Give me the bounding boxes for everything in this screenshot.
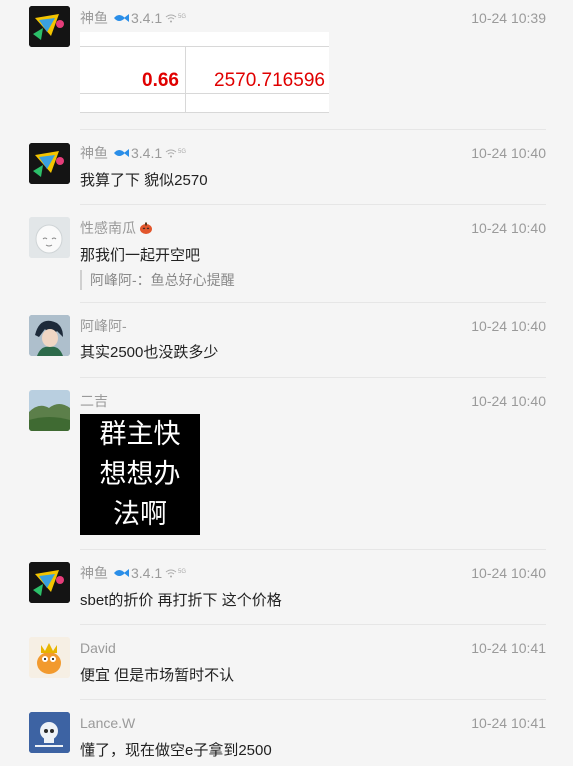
divider <box>80 204 546 205</box>
avatar-pumpkin[interactable] <box>29 217 70 258</box>
message-time: 10-24 10:41 <box>471 640 546 656</box>
message-text: 便宜 但是市场暂时不认 <box>80 667 235 684</box>
avatar-skull[interactable] <box>29 712 70 753</box>
version-badge: 3.4.1 <box>131 145 163 161</box>
divider <box>80 377 546 378</box>
fish-badge-icon <box>114 14 129 22</box>
wifi-5g-icon: 5G <box>165 14 186 23</box>
message-text: 懂了，现在做空e子拿到2500 <box>80 742 272 759</box>
divider <box>80 549 546 550</box>
message-text: 那我们一起开空吧 <box>80 247 201 264</box>
message-time: 10-24 10:40 <box>471 220 546 236</box>
sender-name: Lance.W <box>80 715 136 731</box>
wifi-5g-icon: 5G <box>165 569 186 578</box>
divider <box>80 302 546 303</box>
message-time: 10-24 10:40 <box>471 565 546 581</box>
sticker-text-line: 法啊 <box>113 499 167 530</box>
message-time: 10-24 10:39 <box>471 10 546 26</box>
divider <box>80 624 546 625</box>
avatar-fish[interactable] <box>29 6 70 47</box>
version-badge: 3.4.1 <box>131 10 163 26</box>
svg-text:5G: 5G <box>178 14 186 20</box>
sender-name: 神鱼 <box>80 565 108 581</box>
table-value-ratio: 0.66 <box>142 70 179 91</box>
sender-name: 二吉 <box>80 393 108 409</box>
fish-badge-icon <box>114 569 129 577</box>
sender-name: 性感南瓜 <box>80 220 136 236</box>
divider <box>80 699 546 700</box>
fish-badge-icon <box>114 149 129 157</box>
divider <box>80 129 546 130</box>
message-time: 10-24 10:40 <box>471 318 546 334</box>
sender-name: 神鱼 <box>80 145 108 161</box>
version-badge: 3.4.1 <box>131 565 163 581</box>
avatar-anime[interactable] <box>29 315 70 356</box>
message-text: sbet的折价 再打折下 这个价格 <box>80 592 282 609</box>
wifi-5g-icon: 5G <box>165 149 186 158</box>
avatar-fish[interactable] <box>29 143 70 184</box>
pumpkin-icon <box>140 222 152 234</box>
sender-name: David <box>80 640 116 656</box>
message-text: 我算了下 貌似2570 <box>80 172 208 189</box>
sticker-text-line: 群主快 <box>99 419 181 450</box>
message-time: 10-24 10:40 <box>471 145 546 161</box>
message-time: 10-24 10:41 <box>471 715 546 731</box>
sender-name: 阿峰阿- <box>80 318 127 334</box>
avatar-fish[interactable] <box>29 562 70 603</box>
sender-name: 神鱼 <box>80 10 108 26</box>
avatar-garfield[interactable] <box>29 637 70 678</box>
svg-text:5G: 5G <box>178 149 186 155</box>
message-text: 其实2500也没跌多少 <box>80 344 219 361</box>
svg-text:5G: 5G <box>178 569 186 575</box>
message-time: 10-24 10:40 <box>471 393 546 409</box>
table-screenshot-image[interactable]: 0.66 2570.716596 <box>80 32 329 113</box>
sticker-text-line: 想想办 <box>99 459 181 490</box>
table-value-price: 2570.716596 <box>214 70 325 91</box>
sticker-image[interactable]: 群主快 想想办 法啊 <box>80 414 200 535</box>
avatar-landscape[interactable] <box>29 390 70 431</box>
quoted-reply[interactable]: 阿峰阿-：鱼总好心提醒 <box>80 270 235 290</box>
